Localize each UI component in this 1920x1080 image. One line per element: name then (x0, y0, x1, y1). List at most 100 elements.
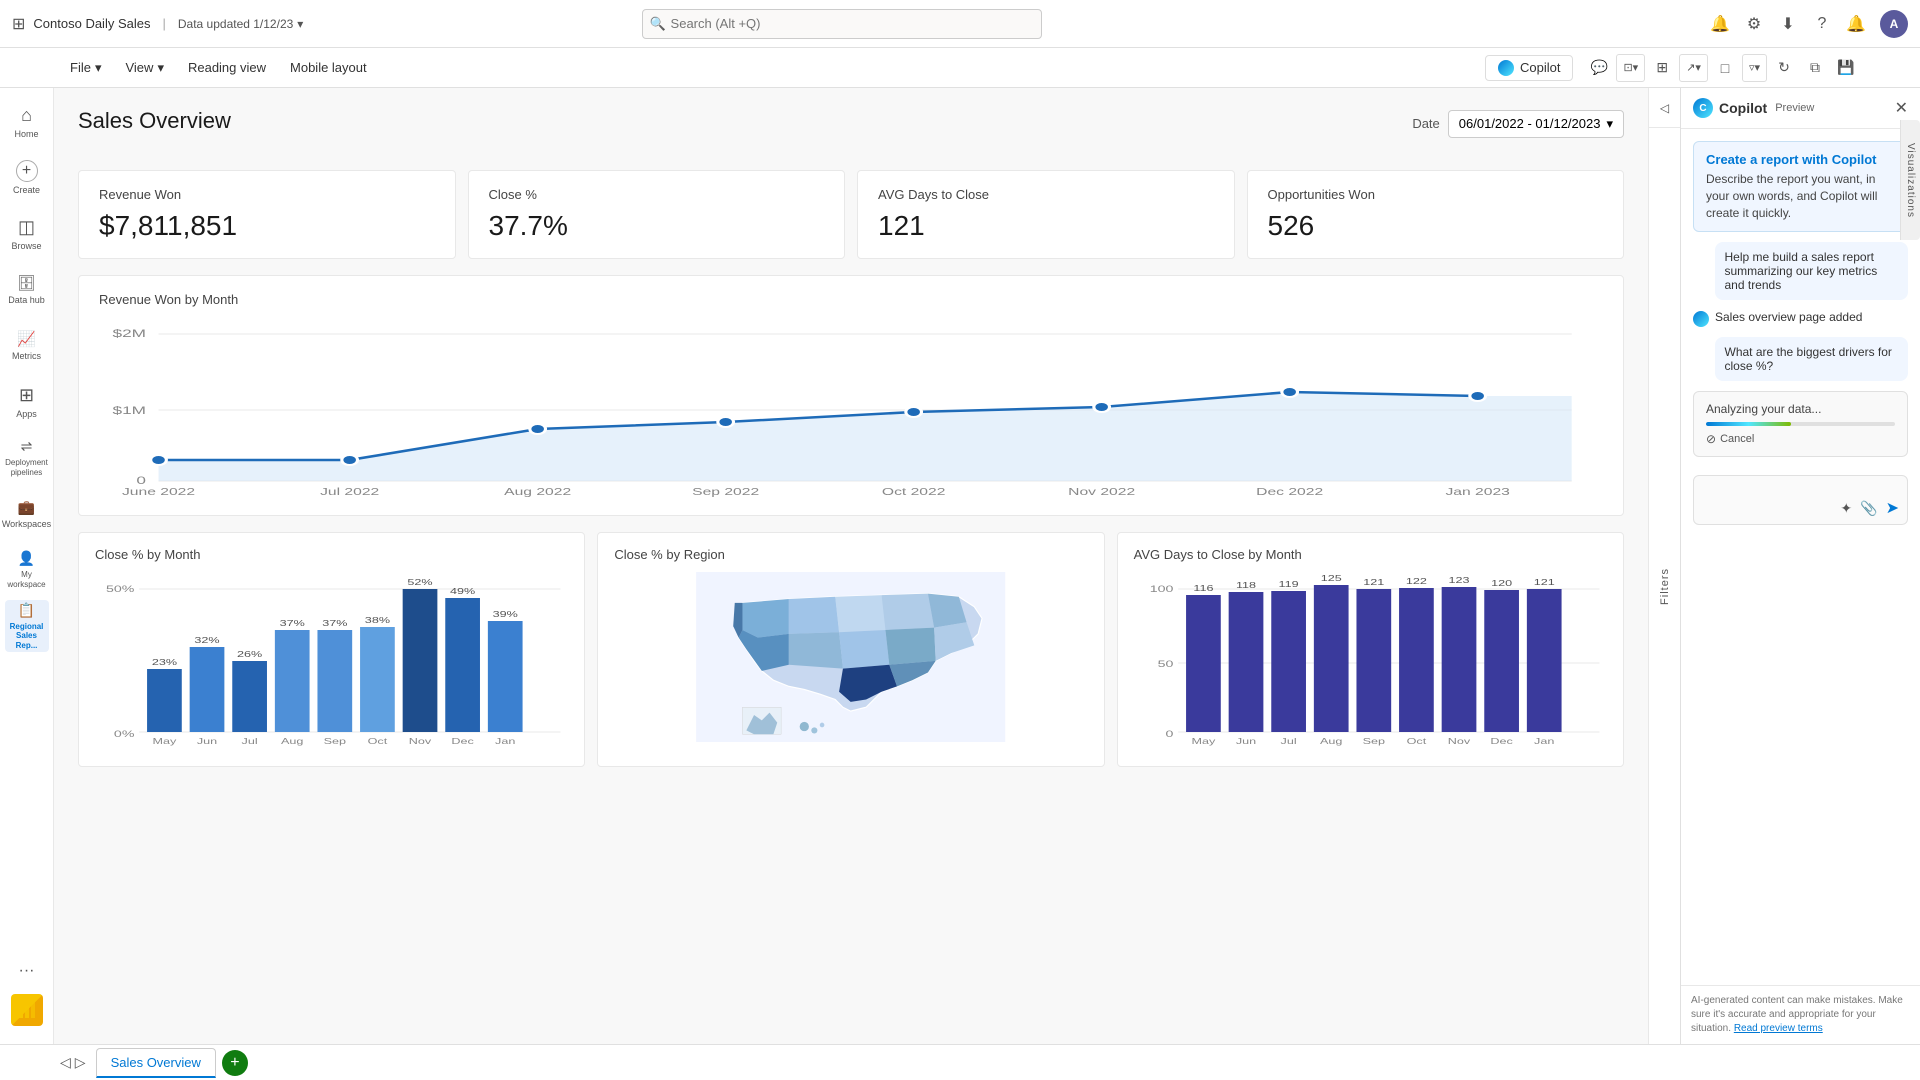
progress-fill (1706, 422, 1791, 426)
chat-icon[interactable]: 💬 (1585, 54, 1613, 82)
svg-text:Aug: Aug (281, 737, 304, 746)
sidebar-item-deployment[interactable]: ⇌ Deployment pipelines (5, 432, 49, 484)
download-icon[interactable]: ⬇ (1778, 14, 1798, 34)
date-picker[interactable]: 06/01/2022 - 01/12/2023 ▾ (1448, 110, 1624, 138)
app-title: Contoso Daily Sales (33, 16, 150, 31)
revenue-chart-section: Revenue Won by Month $2M $1M 0 (78, 275, 1624, 516)
copy-icon[interactable]: ⧉ (1801, 54, 1829, 82)
copilot-footer: AI-generated content can make mistakes. … (1681, 985, 1920, 1044)
more-options[interactable]: ··· (5, 956, 49, 986)
menu-view[interactable]: View ▾ (115, 56, 173, 80)
table-icon[interactable]: ⊞ (1648, 54, 1676, 82)
copilot-logo: C (1693, 98, 1713, 118)
app-grid-icon[interactable]: ⊞ (12, 14, 25, 34)
chat-msg-1: Help me build a sales report summarizing… (1715, 242, 1909, 300)
chat-msg-2: Sales overview page added (1693, 310, 1908, 327)
preview-terms-link[interactable]: Read preview terms (1734, 1023, 1823, 1034)
svg-text:June 2022: June 2022 (122, 485, 195, 496)
filter-collapse-btn[interactable]: ◁ (1649, 88, 1680, 128)
copilot-preview-badge: Preview (1775, 102, 1814, 114)
report-header: Sales Overview Date 06/01/2022 - 01/12/2… (78, 108, 1624, 154)
tab-prev-btn[interactable]: ◁ (60, 1054, 71, 1071)
analyzing-text: Analyzing your data... (1706, 402, 1895, 416)
share-icon[interactable]: ↗▾ (1679, 54, 1708, 82)
svg-text:Sep 2022: Sep 2022 (692, 485, 759, 496)
menu-reading-view[interactable]: Reading view (178, 56, 276, 79)
chat-msg-3: What are the biggest drivers for close %… (1715, 337, 1909, 381)
svg-text:0%: 0% (114, 728, 135, 739)
cancel-button[interactable]: ⊘ Cancel (1706, 432, 1895, 446)
sparkle-icon[interactable]: ✦ (1840, 500, 1852, 517)
topbar-actions: 🔔 ⚙ ⬇ ? 🔔 A (1710, 10, 1908, 38)
tab-next-btn[interactable]: ▷ (75, 1054, 86, 1071)
search-input[interactable] (642, 9, 1042, 39)
svg-text:Oct 2022: Oct 2022 (882, 485, 945, 496)
svg-text:37%: 37% (322, 619, 347, 628)
save-icon[interactable]: 💾 (1832, 54, 1860, 82)
topbar: ⊞ Contoso Daily Sales | Data updated 1/1… (0, 0, 1920, 48)
tab-sales-overview[interactable]: Sales Overview (96, 1048, 216, 1078)
sidebar-item-workspaces[interactable]: 💼 Workspaces (5, 488, 49, 540)
sidebar-item-myworkspace[interactable]: 👤 My workspace (5, 544, 49, 596)
notifications-icon[interactable]: 🔔 (1710, 14, 1730, 34)
svg-text:0: 0 (1165, 728, 1173, 739)
svg-text:50: 50 (1157, 658, 1173, 669)
copilot-close-btn[interactable]: ✕ (1895, 98, 1908, 118)
page-title: Sales Overview (78, 108, 231, 134)
power-bi-logo[interactable] (11, 994, 43, 1026)
svg-text:39%: 39% (493, 610, 518, 619)
menu-mobile-layout[interactable]: Mobile layout (280, 56, 377, 79)
svg-text:Oct: Oct (1406, 737, 1426, 746)
sidebar-item-browse[interactable]: ◫ Browse (5, 208, 49, 260)
kpi-avgdays-value: 121 (878, 210, 1214, 242)
filters-panel-btn[interactable]: Filters (1649, 128, 1680, 1044)
refresh-icon[interactable]: ↻ (1770, 54, 1798, 82)
menu-file[interactable]: File ▾ (60, 56, 111, 80)
send-icon[interactable]: ➤ (1886, 498, 1899, 518)
copilot-chat-icon (1693, 311, 1709, 327)
sidebar-item-home[interactable]: ⌂ Home (5, 96, 49, 148)
search-icon: 🔍 (650, 16, 666, 32)
svg-text:Aug 2022: Aug 2022 (504, 485, 571, 496)
bottom-charts: Close % by Month 50% 0% 23% (78, 532, 1624, 767)
svg-text:Jun: Jun (197, 737, 217, 746)
svg-text:Jun: Jun (1236, 737, 1256, 746)
sidebar-item-datahub[interactable]: 🗄 Data hub (5, 264, 49, 316)
svg-text:122: 122 (1406, 577, 1427, 586)
sidebar-item-salesrep[interactable]: 📋 Regional Sales Rep... (5, 600, 49, 652)
left-sidebar: ⌂ Home + Create ◫ Browse 🗄 Data hub 📈 Me… (0, 88, 54, 1044)
sidebar-item-metrics[interactable]: 📈 Metrics (5, 320, 49, 372)
svg-text:116: 116 (1193, 584, 1213, 593)
view-toggle[interactable]: ⊡▾ (1616, 54, 1645, 82)
kpi-avgdays-label: AVG Days to Close (878, 187, 1214, 202)
close-pct-bars: 50% 0% 23% 32% 26% (95, 572, 568, 752)
svg-text:23%: 23% (152, 658, 177, 667)
help-icon[interactable]: ? (1812, 14, 1832, 34)
copilot-button[interactable]: Copilot (1485, 55, 1573, 81)
copilot-panel-title: Copilot (1719, 100, 1767, 116)
analyzing-box: Analyzing your data... ⊘ Cancel (1693, 391, 1908, 457)
feedback-icon[interactable]: 🔔 (1846, 14, 1866, 34)
myworkspace-icon: 👤 (18, 550, 35, 567)
add-tab-button[interactable]: + (222, 1050, 248, 1076)
sidebar-item-create[interactable]: + Create (5, 152, 49, 204)
user-avatar[interactable]: A (1880, 10, 1908, 38)
avg-days-title: AVG Days to Close by Month (1134, 547, 1607, 562)
attach-icon[interactable]: 📎 (1860, 500, 1877, 517)
svg-text:Jul 2022: Jul 2022 (320, 485, 379, 496)
kpi-close-label: Close % (489, 187, 825, 202)
chat-input-icons: ✦ 📎 ➤ (1840, 498, 1899, 518)
viz-tab[interactable]: Visualizations (1900, 120, 1920, 240)
kpi-opps-label: Opportunities Won (1268, 187, 1604, 202)
tab-navigation: ◁ ▷ (60, 1054, 86, 1071)
settings-icon[interactable]: ⚙ (1744, 14, 1764, 34)
data-updated[interactable]: Data updated 1/12/23 ▾ (178, 17, 303, 31)
ellipsis-icon: ··· (19, 962, 35, 980)
comment-icon[interactable]: □ (1711, 54, 1739, 82)
kpi-opps-value: 526 (1268, 210, 1604, 242)
sidebar-item-apps[interactable]: ⊞ Apps (5, 376, 49, 428)
svg-text:Nov 2022: Nov 2022 (1068, 485, 1135, 496)
filter-icon2[interactable]: ▿▾ (1742, 54, 1767, 82)
avg-days-chart: AVG Days to Close by Month 100 50 0 (1117, 532, 1624, 767)
svg-text:Sep: Sep (324, 737, 347, 746)
